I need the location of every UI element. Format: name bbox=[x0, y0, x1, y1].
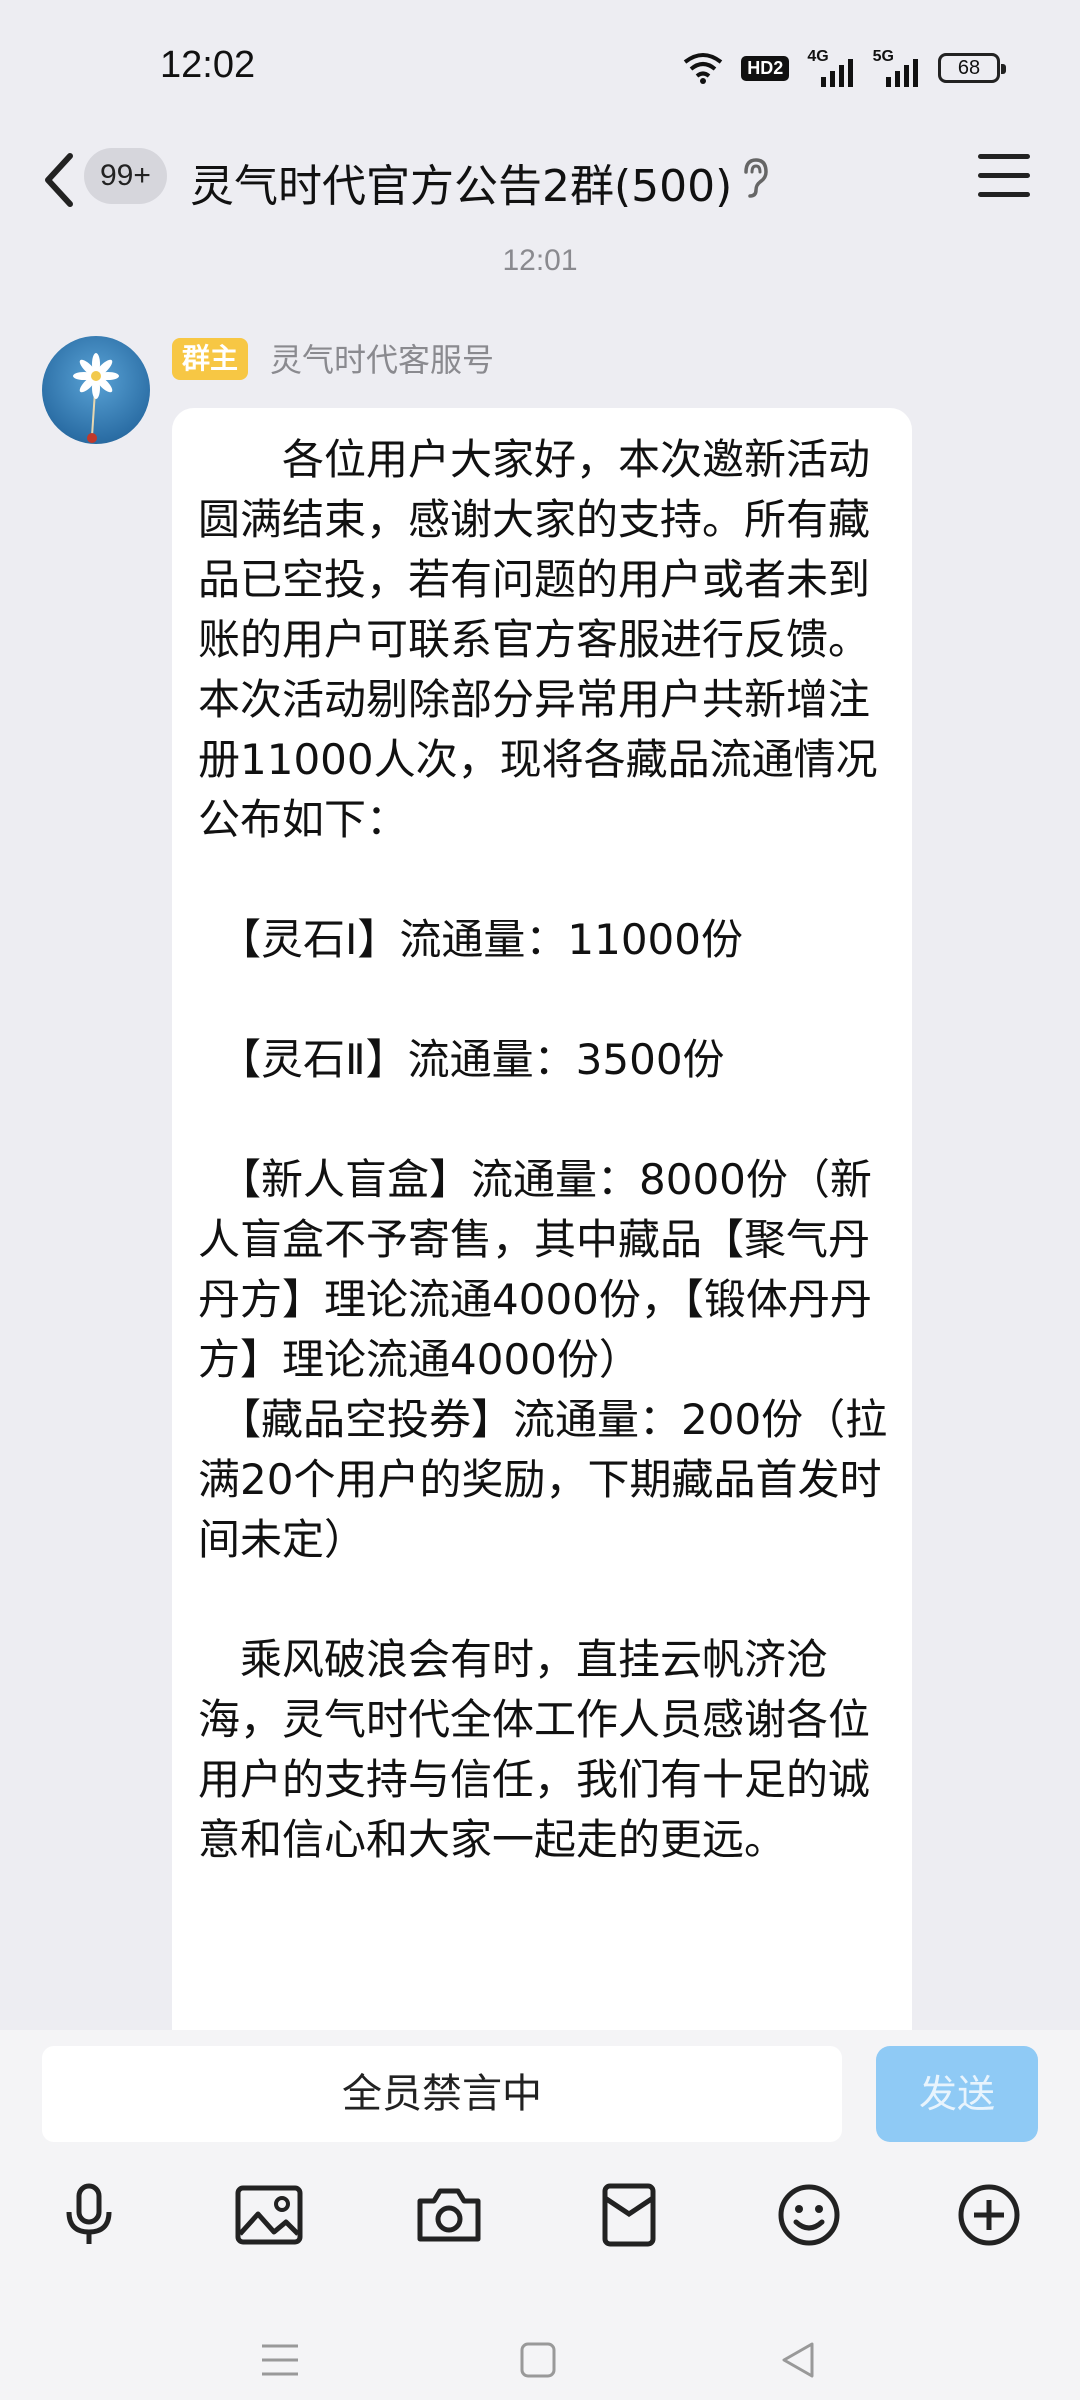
battery-icon: 68 bbox=[938, 53, 1006, 83]
camera-icon[interactable] bbox=[404, 2170, 494, 2260]
send-button[interactable]: 发送 bbox=[876, 2046, 1038, 2142]
avatar[interactable] bbox=[42, 336, 150, 444]
plus-icon[interactable] bbox=[944, 2170, 1034, 2260]
message-timestamp: 12:01 bbox=[502, 244, 578, 277]
wifi-icon bbox=[684, 53, 723, 84]
message-text: 各位用户大家好，本次邀新活动圆满结束，感谢大家的支持。所有藏品已空投，若有问题的… bbox=[198, 435, 888, 1864]
microphone-icon[interactable] bbox=[44, 2170, 134, 2260]
page-title[interactable]: 灵气时代官方公告2群(500) bbox=[190, 150, 732, 214]
unread-count-badge[interactable]: 99+ bbox=[84, 148, 167, 204]
back-nav-icon[interactable] bbox=[768, 2330, 828, 2390]
menu-nav-icon[interactable] bbox=[250, 2330, 310, 2390]
message-bubble[interactable]: 各位用户大家好，本次邀新活动圆满结束，感谢大家的支持。所有藏品已空投，若有问题的… bbox=[172, 408, 912, 2108]
signal-4g-icon: 4G bbox=[807, 49, 854, 87]
hamburger-menu-icon[interactable] bbox=[978, 154, 1030, 200]
status-bar: 12:02 HD2 4G 5G 68 bbox=[0, 0, 1080, 135]
battery-level: 68 bbox=[957, 56, 981, 79]
chevron-left-icon bbox=[45, 153, 73, 207]
chat-toolbar bbox=[0, 2170, 1080, 2280]
home-nav-icon[interactable] bbox=[508, 2330, 568, 2390]
owner-badge: 群主 bbox=[172, 338, 249, 380]
hd-icon: HD2 bbox=[741, 55, 790, 81]
image-icon[interactable] bbox=[224, 2170, 314, 2260]
red-packet-icon[interactable] bbox=[584, 2170, 674, 2260]
status-time: 12:02 bbox=[160, 44, 256, 86]
system-nav-bar bbox=[0, 2310, 1080, 2400]
back-button[interactable] bbox=[38, 150, 78, 220]
ear-icon bbox=[744, 158, 768, 198]
message-input[interactable]: 全员禁言中 bbox=[42, 2046, 842, 2142]
emoji-icon[interactable] bbox=[764, 2170, 854, 2260]
sender-name[interactable]: 灵气时代客服号 bbox=[270, 340, 494, 380]
status-icons: HD2 4G 5G 68 bbox=[683, 48, 1006, 88]
signal-5g-icon: 5G bbox=[873, 49, 920, 87]
input-bar: 全员禁言中 发送 bbox=[0, 2030, 1080, 2400]
flower-icon bbox=[73, 353, 119, 443]
